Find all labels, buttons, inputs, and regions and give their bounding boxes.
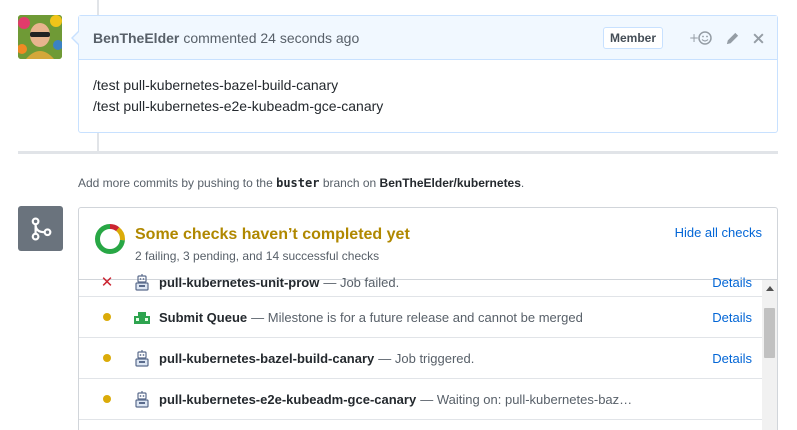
check-list-scrollbar[interactable] bbox=[762, 280, 777, 430]
hide-all-checks-link[interactable]: Hide all checks bbox=[675, 225, 762, 240]
comment-line: /test pull-kubernetes-e2e-kubeadm-gce-ca… bbox=[93, 98, 384, 114]
scroll-thumb[interactable] bbox=[764, 308, 775, 358]
check-description: — Milestone is for a future release and … bbox=[251, 309, 583, 325]
check-row: Submit Queue — Milestone is for a future… bbox=[79, 297, 762, 338]
timeline-divider bbox=[18, 151, 778, 154]
details-link[interactable]: Details bbox=[712, 351, 752, 366]
add-reaction-icon[interactable]: + bbox=[689, 30, 713, 46]
prow-bot-icon bbox=[133, 273, 151, 291]
member-badge: Member bbox=[602, 27, 663, 49]
check-description: — Job failed. bbox=[323, 274, 400, 290]
push-note-text: . bbox=[520, 176, 525, 190]
details-link[interactable]: Details bbox=[712, 310, 752, 325]
push-note-text: Add more commits by pushing to the bbox=[78, 176, 273, 190]
push-note: Add more commits by pushing to the buste… bbox=[78, 176, 524, 190]
merge-icon bbox=[18, 206, 63, 251]
checks-summary: 2 failing, 3 pending, and 14 successful … bbox=[135, 249, 380, 263]
checks-title: Some checks haven’t completed yet bbox=[135, 226, 410, 243]
scroll-up-arrow-icon[interactable] bbox=[766, 286, 774, 291]
repo-name[interactable]: BenTheElder/kubernetes bbox=[380, 176, 521, 190]
check-name: pull-kubernetes-e2e-kubeadm-gce-canary bbox=[159, 391, 417, 407]
comment-body: /test pull-kubernetes-bazel-build-canary… bbox=[79, 60, 777, 117]
branch-name: buster bbox=[276, 176, 320, 190]
checks-panel: Some checks haven’t completed yet 2 fail… bbox=[78, 207, 778, 430]
submit-queue-icon bbox=[133, 308, 151, 326]
check-list: ✕ pull-kubernetes-unit-prow — Job failed… bbox=[79, 274, 762, 420]
comment-author[interactable]: BenTheElder bbox=[93, 30, 179, 46]
prow-bot-icon bbox=[133, 390, 151, 408]
pending-dot-icon bbox=[103, 313, 111, 321]
push-note-text: branch on bbox=[322, 176, 377, 190]
close-icon[interactable] bbox=[752, 32, 765, 45]
check-row: pull-kubernetes-bazel-build-canary — Job… bbox=[79, 338, 762, 379]
svg-text:+: + bbox=[689, 31, 699, 45]
comment-box: BenTheElder commented 24 seconds ago Mem… bbox=[71, 15, 778, 133]
pending-dot-icon bbox=[103, 354, 111, 362]
check-name: Submit Queue bbox=[159, 309, 248, 325]
check-name: pull-kubernetes-unit-prow bbox=[159, 274, 320, 290]
edit-pencil-icon[interactable] bbox=[725, 31, 740, 46]
check-description: — Job triggered. bbox=[378, 350, 475, 366]
check-row: pull-kubernetes-e2e-kubeadm-gce-canary —… bbox=[79, 379, 762, 420]
comment-timestamp[interactable]: commented 24 seconds ago bbox=[183, 30, 359, 46]
pending-dot-icon bbox=[103, 395, 111, 403]
timeline-line bbox=[97, 133, 99, 151]
details-link[interactable]: Details bbox=[712, 275, 752, 290]
checks-status-ring bbox=[95, 224, 125, 254]
avatar[interactable] bbox=[18, 15, 62, 59]
comment-header: BenTheElder commented 24 seconds ago Mem… bbox=[79, 16, 777, 60]
comment-line: /test pull-kubernetes-bazel-build-canary bbox=[93, 77, 339, 93]
failed-x-icon: ✕ bbox=[100, 274, 114, 291]
prow-bot-icon bbox=[133, 349, 151, 367]
check-row: ✕ pull-kubernetes-unit-prow — Job failed… bbox=[79, 268, 762, 297]
check-name: pull-kubernetes-bazel-build-canary bbox=[159, 350, 375, 366]
check-description: — Waiting on: pull-kubernetes-baz… bbox=[420, 391, 633, 407]
